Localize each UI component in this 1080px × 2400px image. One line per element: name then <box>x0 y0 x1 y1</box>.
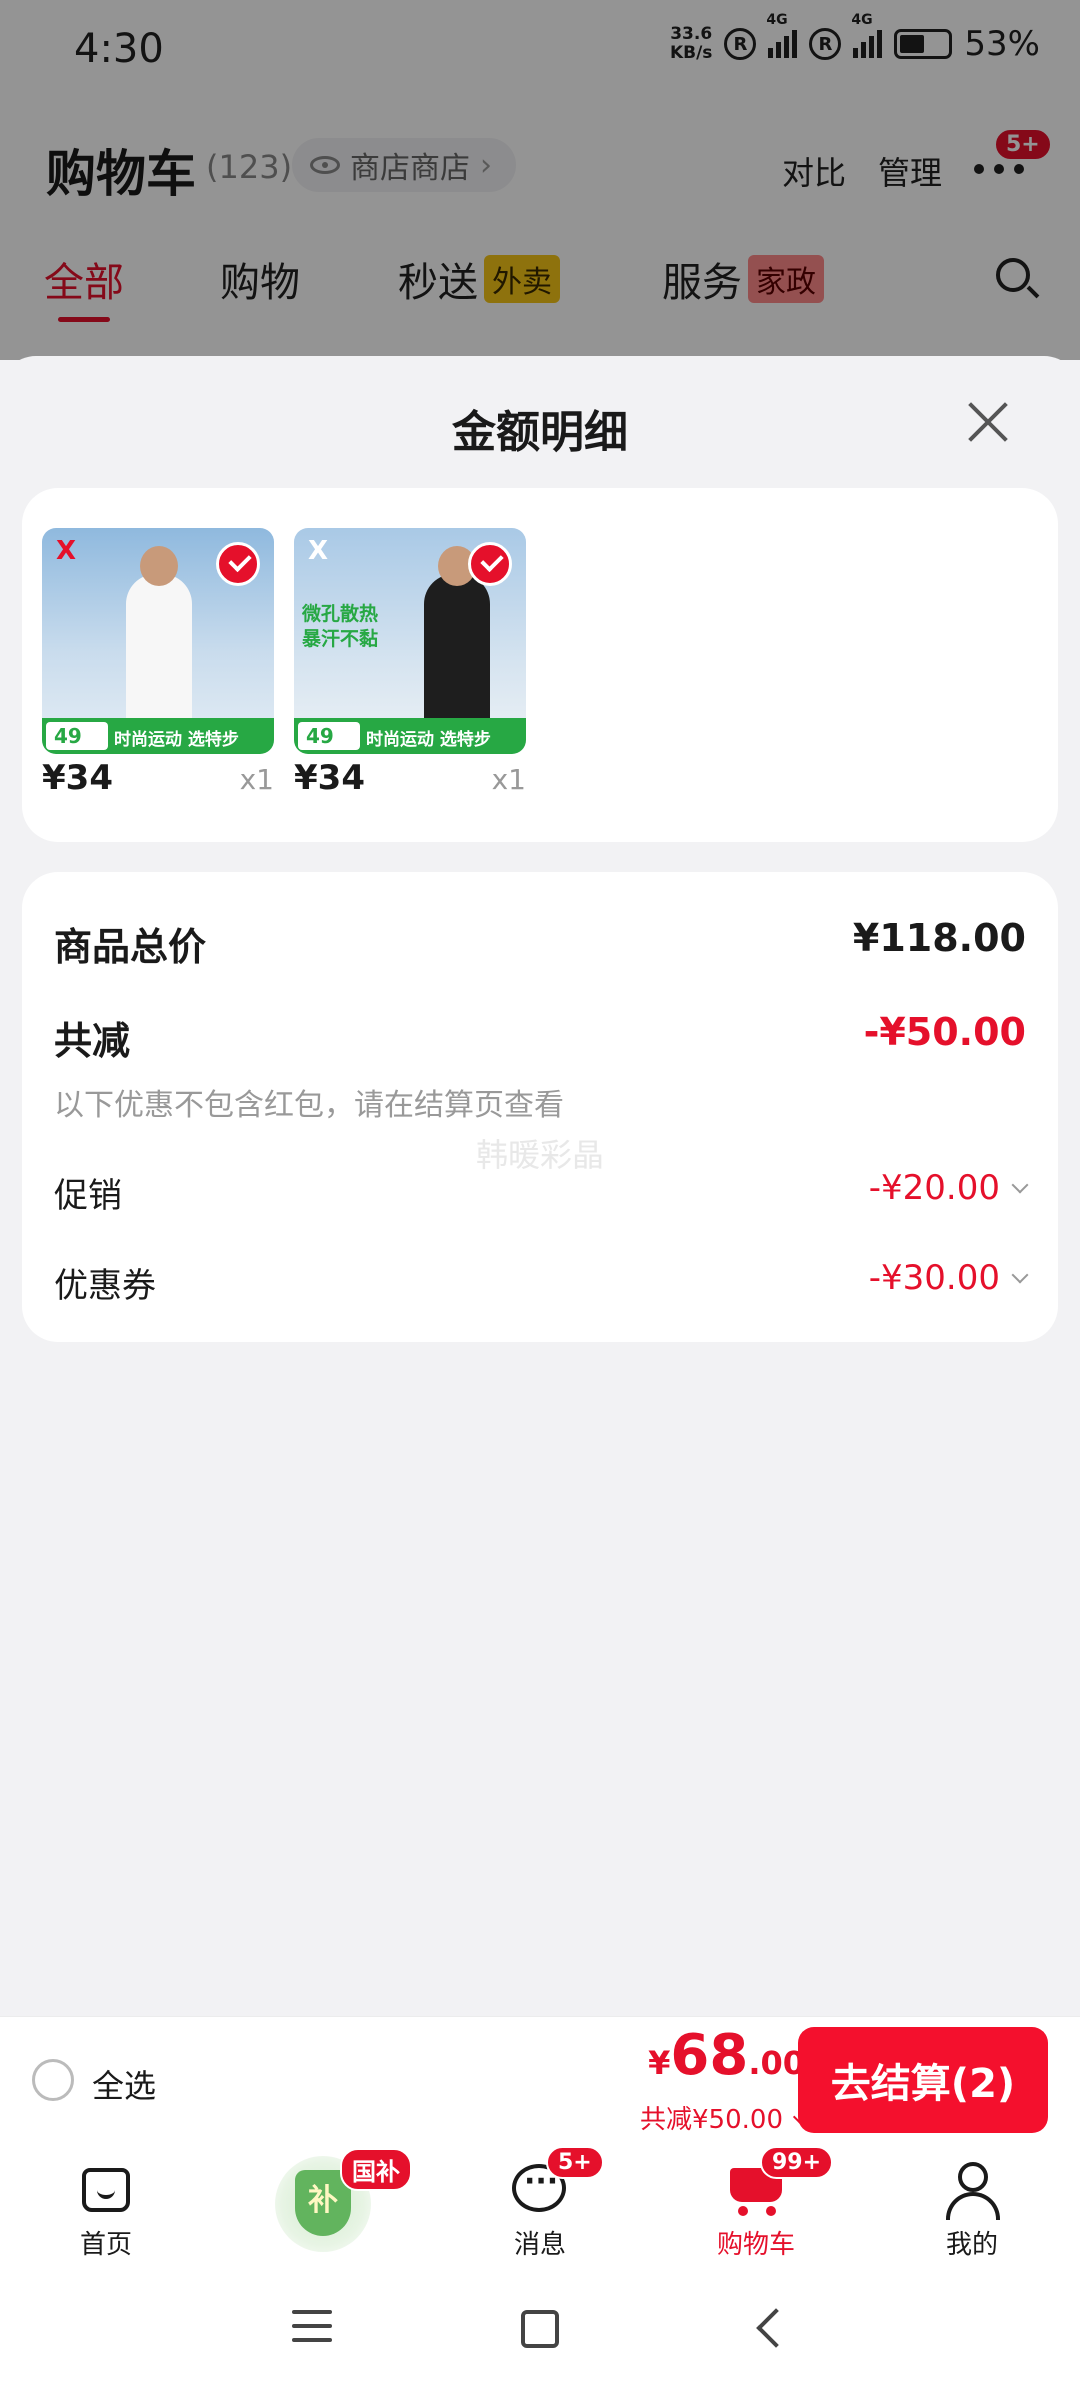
amount-detail-sheet: 金额明细 X 49 时尚运动 选特步 ¥34 x1 X 微孔散热 暴汗不黏 49… <box>0 356 1080 2020</box>
product-feature-text: 微孔散热 暴汗不黏 <box>302 603 379 650</box>
brand-logo: X <box>308 536 329 566</box>
goods-total-value: ¥118.00 <box>852 916 1026 960</box>
sheet-title: 金额明细 <box>452 407 628 458</box>
total-reduction-value: -¥50.00 <box>863 1010 1026 1054</box>
subsidy-badge: 国补 <box>340 2148 412 2191</box>
bottom-nav: 首页 消息 5+ 购物车 99+ 我的 <box>0 2146 1080 2266</box>
product-item[interactable]: X 微孔散热 暴汗不黏 49 时尚运动 选特步 ¥34 x1 <box>294 528 526 798</box>
selected-products-card: X 49 时尚运动 选特步 ¥34 x1 X 微孔散热 暴汗不黏 49 时尚运动… <box>22 488 1058 842</box>
nav-profile[interactable]: 我的 <box>902 2160 1042 2261</box>
home-square-icon[interactable] <box>521 2310 559 2348</box>
product-promo-banner: 49 时尚运动 选特步 <box>294 718 526 754</box>
product-image: X 49 时尚运动 选特步 <box>42 528 274 754</box>
select-all-checkbox[interactable] <box>32 2059 74 2101</box>
checkout-bar: 全选 ¥68.00 共减¥50.00 去结算(2) <box>0 2016 1080 2146</box>
coupon-label: 优惠券 <box>54 1266 156 1306</box>
product-item[interactable]: X 49 时尚运动 选特步 ¥34 x1 <box>42 528 274 798</box>
modal-overlay[interactable] <box>0 0 1080 360</box>
back-icon[interactable] <box>756 2308 796 2348</box>
menu-icon[interactable] <box>292 2310 332 2344</box>
discount-note: 以下优惠不包含红包，请在结算页查看 <box>54 1088 564 1123</box>
brand-logo: X <box>56 536 77 566</box>
select-all-label[interactable]: 全选 <box>92 2061 156 2107</box>
product-price: ¥34 <box>294 758 365 798</box>
product-quantity: x1 <box>239 763 274 796</box>
product-image: X 微孔散热 暴汗不黏 49 时尚运动 选特步 <box>294 528 526 754</box>
discount-summary: 共减¥50.00 <box>640 2105 783 2135</box>
price-summary-card: 商品总价 ¥118.00 共减 -¥50.00 以下优惠不包含红包，请在结算页查… <box>22 872 1058 1342</box>
model-figure <box>424 574 490 724</box>
promo-price: 49 <box>46 722 108 750</box>
user-icon <box>942 2160 1002 2220</box>
chevron-down-icon <box>1011 1266 1029 1284</box>
total-reduction-label: 共减 <box>54 1019 131 1063</box>
nav-home[interactable]: 首页 <box>36 2160 176 2261</box>
selected-check-icon <box>468 542 512 586</box>
goods-total-label: 商品总价 <box>54 925 207 969</box>
chevron-down-icon <box>1011 1176 1029 1194</box>
cart-badge: 99+ <box>760 2146 834 2179</box>
promotion-row[interactable]: -¥20.00 <box>868 1168 1029 1208</box>
coupon-row[interactable]: -¥30.00 <box>868 1258 1029 1298</box>
checkout-total: ¥68.00 <box>648 2023 805 2088</box>
product-quantity: x1 <box>491 763 526 796</box>
promotion-label: 促销 <box>54 1176 122 1216</box>
product-promo-banner: 49 时尚运动 选特步 <box>42 718 274 754</box>
coupon-value: -¥30.00 <box>868 1258 1000 1298</box>
discount-summary-toggle[interactable]: 共减¥50.00 <box>640 2099 808 2136</box>
system-nav-bar <box>0 2266 1080 2400</box>
model-head <box>140 546 178 586</box>
close-icon[interactable] <box>966 400 1010 444</box>
product-price: ¥34 <box>42 758 113 798</box>
home-icon <box>76 2160 136 2220</box>
checkout-button[interactable]: 去结算(2) <box>798 2027 1048 2133</box>
promo-slogan: 时尚运动 选特步 <box>114 730 239 750</box>
messages-badge: 5+ <box>546 2146 604 2179</box>
selected-check-icon <box>216 542 260 586</box>
model-figure <box>126 574 192 724</box>
promo-slogan: 时尚运动 选特步 <box>366 730 491 750</box>
promotion-value: -¥20.00 <box>868 1168 1000 1208</box>
promo-price: 49 <box>298 722 360 750</box>
